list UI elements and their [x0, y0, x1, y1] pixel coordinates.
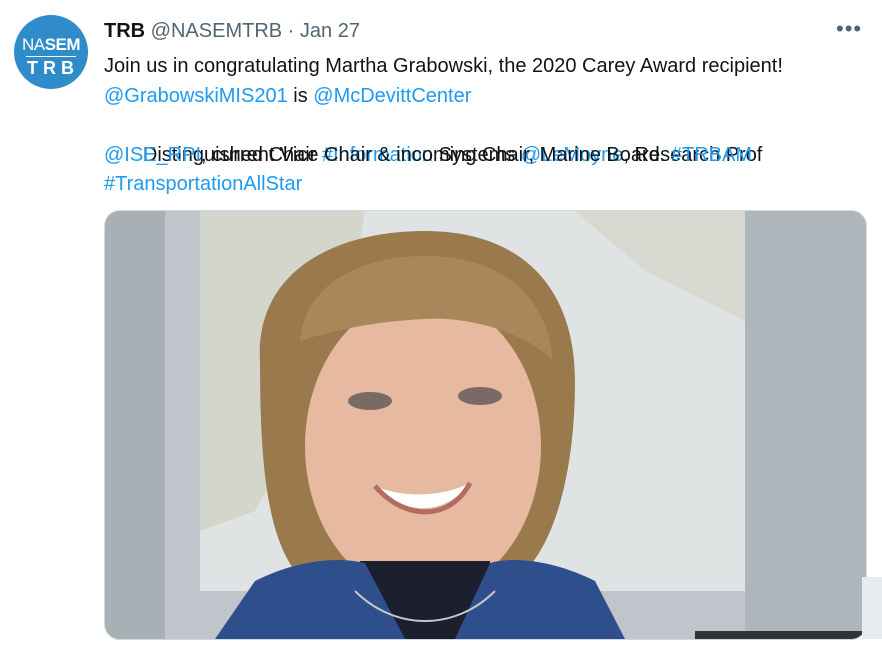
- text-segment: , current Vice Chair & incoming Chair, M…: [201, 143, 671, 166]
- scrollbar-track[interactable]: [862, 577, 882, 639]
- tweet-text: Join us in congratulating Martha Grabows…: [104, 52, 874, 200]
- video-frame-image: [105, 211, 866, 639]
- text-line-3: Distinguished Chair #Information Systems…: [104, 111, 874, 166]
- text-line-2: @GrabowskiMIS201 is @McDevittCenter: [104, 82, 874, 112]
- avatar-logo-bottom: TRB: [27, 58, 79, 78]
- tweet-date[interactable]: Jan 27: [300, 20, 360, 42]
- text-line-1: Join us in congratulating Martha Grabows…: [104, 52, 874, 82]
- hashtag-link[interactable]: #TRBAM: [671, 144, 752, 166]
- tweet[interactable]: NASEM TRB TRB @NASEMTRB · Jan 27 ••• Joi…: [0, 0, 882, 656]
- mention-link[interactable]: @McDevittCenter: [313, 85, 471, 107]
- separator: ·: [287, 20, 295, 42]
- mention-link[interactable]: @GrabowskiMIS201: [104, 85, 288, 107]
- text-line-5: #TransportationAllStar: [104, 170, 874, 200]
- text-segment: Join us in congratulating Martha Grabows…: [104, 55, 783, 77]
- hashtag-link[interactable]: #TransportationAllStar: [104, 173, 302, 195]
- mention-link[interactable]: @ISE_RPI: [104, 144, 201, 166]
- video-media[interactable]: [104, 210, 867, 640]
- avatar[interactable]: NASEM TRB: [14, 15, 88, 89]
- avatar-logo-top: NASEM: [22, 35, 80, 54]
- handle[interactable]: @NASEMTRB: [151, 20, 282, 42]
- tweet-header: TRB @NASEMTRB · Jan 27: [104, 18, 360, 44]
- avatar-logo-divider: [26, 56, 76, 57]
- display-name[interactable]: TRB: [104, 20, 145, 42]
- text-segment: is: [287, 84, 314, 107]
- more-options-icon[interactable]: •••: [836, 16, 862, 42]
